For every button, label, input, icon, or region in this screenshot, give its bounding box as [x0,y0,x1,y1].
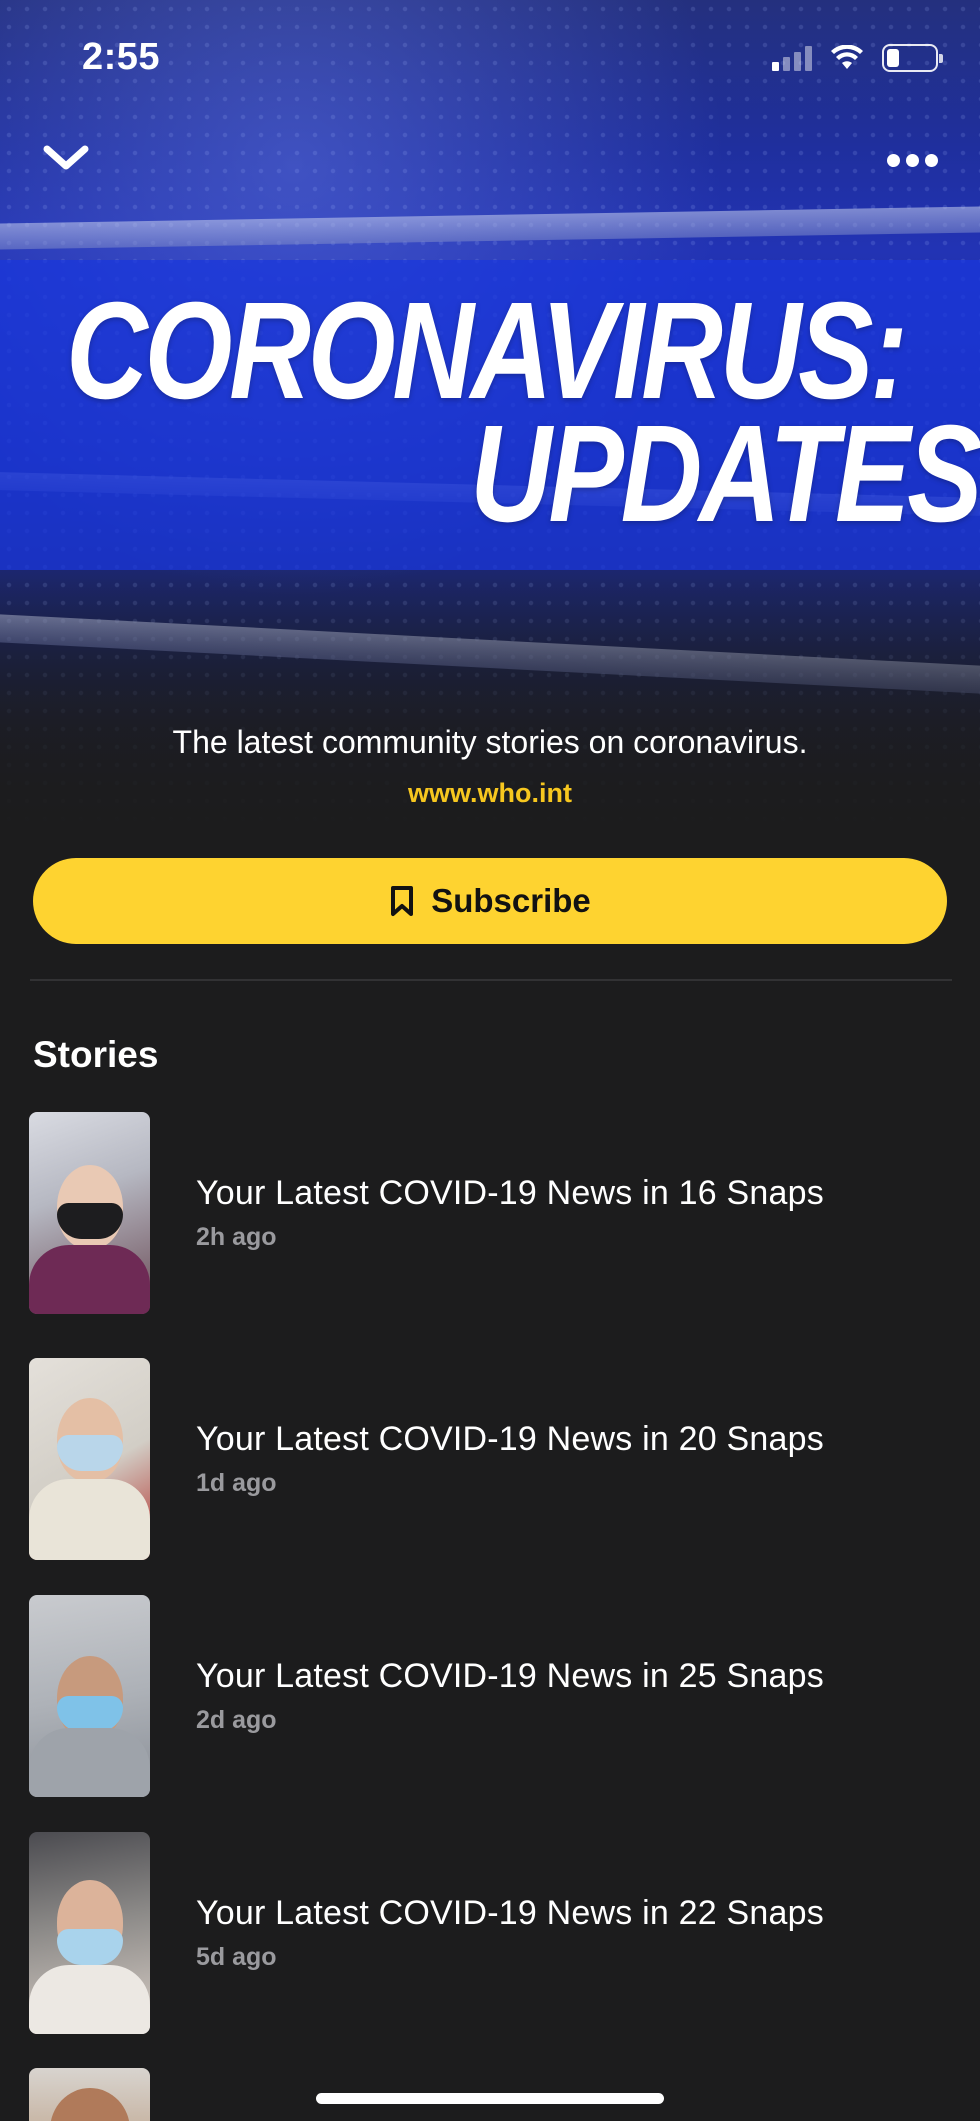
story-title: Your Latest COVID-19 News in 20 Snaps [196,1420,824,1458]
story-item[interactable]: Your Latest COVID-19 News in 22 Snaps 5d… [29,1832,959,2034]
story-title: Your Latest COVID-19 News in 25 Snaps [196,1657,824,1695]
website-link[interactable]: www.who.int [0,778,980,809]
status-time: 2:55 [82,36,161,78]
story-item[interactable]: Your Latest COVID-19 News in 25 Snaps 2d… [29,1595,959,1797]
more-options-icon[interactable] [882,140,942,180]
channel-description: The latest community stories on coronavi… [172,724,808,760]
wifi-icon [831,45,863,69]
story-thumbnail [29,1595,150,1797]
stories-heading: Stories [33,1034,159,1075]
story-thumbnail [29,1358,150,1560]
story-time: 2h ago [196,1223,277,1251]
story-time: 5d ago [196,1943,277,1971]
story-title: Your Latest COVID-19 News in 16 Snaps [196,1174,824,1212]
signal-icon [772,45,812,71]
story-item[interactable]: Your Latest COVID-19 News in 20 Snaps 1d… [29,1358,959,1560]
chevron-down-icon[interactable] [40,138,92,178]
story-time: 1d ago [196,1469,277,1497]
bookmark-icon [391,886,414,916]
subscribe-button[interactable]: Subscribe [33,858,947,944]
story-time: 2d ago [196,1706,277,1734]
subscribe-label: Subscribe [431,882,591,919]
story-title: Your Latest COVID-19 News in 22 Snaps [196,1894,824,1932]
story-item[interactable]: Your Latest COVID-19 News in 16 Snaps 2h… [29,1112,959,1314]
hero-banner: CORONAVIRUS: UPDATES [0,0,980,830]
headline-line-2: UPDATES [470,397,980,551]
home-indicator[interactable] [316,2093,664,2104]
battery-icon [882,44,943,72]
story-thumbnail [29,1112,150,1314]
divider [30,979,952,981]
story-thumbnail [29,2068,150,2121]
story-thumbnail [29,1832,150,2034]
status-icons [772,44,943,72]
